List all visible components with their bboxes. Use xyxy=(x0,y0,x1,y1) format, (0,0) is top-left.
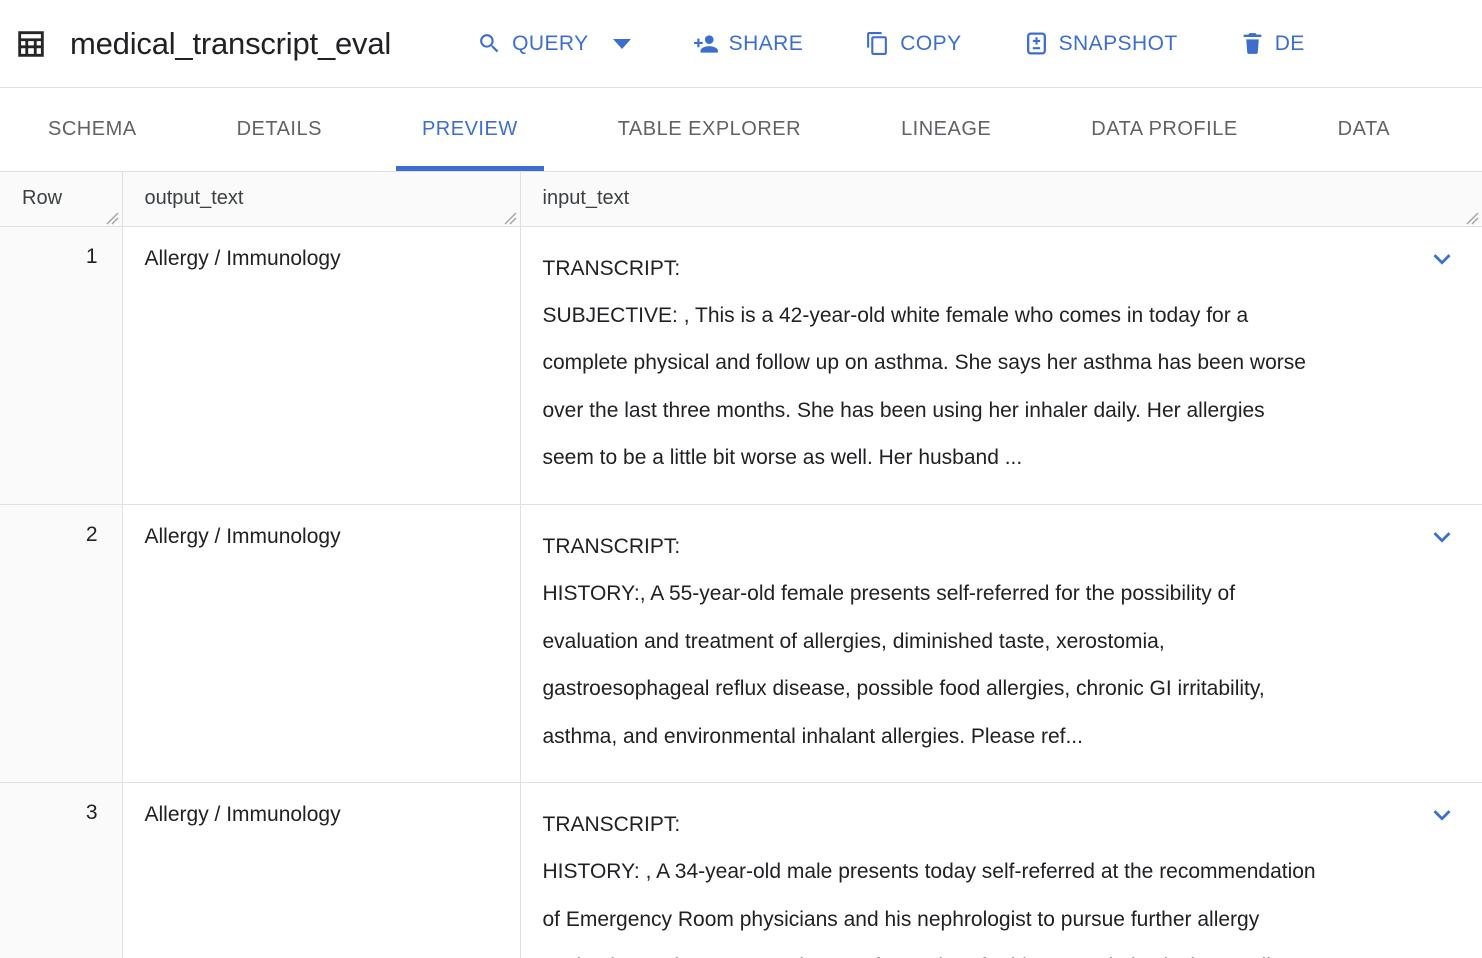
cell-input-text: TRANSCRIPT: HISTORY:, A 55-year-old fema… xyxy=(520,504,1482,784)
input-text-line: asthma, and environmental inhalant aller… xyxy=(542,724,1083,748)
chevron-down-icon xyxy=(1425,520,1459,554)
preview-table: Row output_text input_text 1 Allergy / I… xyxy=(0,172,1482,958)
page-title: medical_transcript_eval xyxy=(70,25,392,61)
cell-output-text: Allergy / Immunology xyxy=(122,226,521,505)
table-row[interactable]: 2 Allergy / Immunology TRANSCRIPT: HISTO… xyxy=(0,504,1482,784)
tab-lineage[interactable]: LINEAGE xyxy=(875,88,1017,171)
chevron-down-icon xyxy=(1425,798,1459,832)
input-text-line: TRANSCRIPT: xyxy=(542,534,681,558)
cell-input-text: TRANSCRIPT: HISTORY: , A 34-year-old mal… xyxy=(520,782,1482,958)
column-resize-handle-input-text[interactable] xyxy=(1463,209,1479,225)
delete-button-label: DE xyxy=(1274,31,1305,55)
tab-table-explorer[interactable]: TABLE EXPLORER xyxy=(592,88,827,171)
column-header-input-text[interactable]: input_text xyxy=(520,172,1482,227)
table-body: 1 Allergy / Immunology TRANSCRIPT: SUBJE… xyxy=(0,226,1482,958)
cell-row-number: 3 xyxy=(0,782,123,958)
column-header-input-text-label: input_text xyxy=(542,187,630,210)
query-button[interactable]: QUERY xyxy=(477,23,631,64)
bigquery-table-preview-page: medical_transcript_eval QUERY SHARE COPY… xyxy=(0,0,1482,958)
cell-row-number: 1 xyxy=(0,226,123,505)
table-header-row: Row output_text input_text xyxy=(0,172,1482,227)
input-text-line: TRANSCRIPT: xyxy=(542,813,681,837)
input-text-line: over the last three months. She has been… xyxy=(542,398,1265,422)
snapshot-button[interactable]: SNAPSHOT xyxy=(1024,23,1178,64)
person-add-icon xyxy=(693,31,719,57)
input-text-line: seem to be a little bit worse as well. H… xyxy=(542,446,1023,470)
table-row[interactable]: 1 Allergy / Immunology TRANSCRIPT: SUBJE… xyxy=(0,226,1482,505)
tab-data-profile[interactable]: DATA PROFILE xyxy=(1065,88,1263,171)
copy-button[interactable]: COPY xyxy=(865,23,961,64)
cell-output-text: Allergy / Immunology xyxy=(122,782,521,958)
snapshot-icon xyxy=(1024,31,1049,56)
input-text-line: TRANSCRIPT: xyxy=(542,256,681,280)
input-text-line: HISTORY: , A 34-year-old male presents t… xyxy=(542,860,1316,884)
input-text-line: of Emergency Room physicians and his nep… xyxy=(542,907,1260,931)
header-actions: QUERY SHARE COPY SNAPSHOT DE xyxy=(477,23,1482,65)
table-tabs: SCHEMA DETAILS PREVIEW TABLE EXPLORER LI… xyxy=(0,88,1482,172)
query-button-label: QUERY xyxy=(512,31,589,55)
column-header-row[interactable]: Row xyxy=(0,172,123,227)
input-text-line: evaluation and treatment. Please refer t… xyxy=(543,943,1413,958)
input-text-line: complete physical and follow up on asthm… xyxy=(542,351,1306,375)
input-text-line: HISTORY:, A 55-year-old female presents … xyxy=(542,582,1236,606)
table-row[interactable]: 3 Allergy / Immunology TRANSCRIPT: HISTO… xyxy=(0,782,1482,958)
trash-icon xyxy=(1240,31,1265,56)
column-resize-handle-row[interactable] xyxy=(103,209,119,225)
search-icon xyxy=(477,31,502,56)
expand-row-button[interactable] xyxy=(1424,519,1460,555)
chevron-down-icon xyxy=(1425,242,1459,276)
snapshot-button-label: SNAPSHOT xyxy=(1058,31,1178,55)
column-header-row-label: Row xyxy=(22,187,63,210)
delete-button[interactable]: DE xyxy=(1240,23,1305,64)
chevron-down-icon[interactable] xyxy=(612,38,631,49)
column-resize-handle-output-text[interactable] xyxy=(501,209,517,225)
expand-row-button[interactable] xyxy=(1424,241,1460,277)
cell-row-number: 2 xyxy=(0,504,123,784)
table-grid-icon xyxy=(14,27,48,61)
table-header-bar: medical_transcript_eval QUERY SHARE COPY… xyxy=(0,0,1482,88)
copy-icon xyxy=(865,31,890,56)
input-text-line: SUBJECTIVE: , This is a 42-year-old whit… xyxy=(542,303,1249,327)
tab-schema[interactable]: SCHEMA xyxy=(22,88,163,171)
copy-button-label: COPY xyxy=(900,31,962,55)
tab-data[interactable]: DATA xyxy=(1312,88,1416,171)
cell-input-text: TRANSCRIPT: SUBJECTIVE: , This is a 42-y… xyxy=(520,226,1482,505)
tab-details[interactable]: DETAILS xyxy=(211,88,348,171)
expand-row-button[interactable] xyxy=(1424,797,1460,833)
share-button-label: SHARE xyxy=(728,31,804,55)
preview-table-container[interactable]: Row output_text input_text 1 Allergy / I… xyxy=(0,172,1482,958)
column-header-output-text-label: output_text xyxy=(144,187,244,210)
share-button[interactable]: SHARE xyxy=(693,23,804,65)
input-text-line: evaluation and treatment of allergies, d… xyxy=(542,629,1165,653)
cell-output-text: Allergy / Immunology xyxy=(122,504,521,784)
input-text-line: gastroesophageal reflux disease, possibl… xyxy=(542,677,1265,701)
tab-preview[interactable]: PREVIEW xyxy=(395,88,544,171)
column-header-output-text[interactable]: output_text xyxy=(122,172,521,227)
